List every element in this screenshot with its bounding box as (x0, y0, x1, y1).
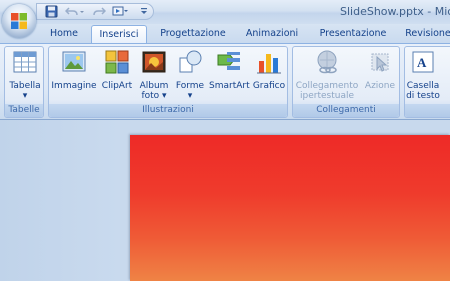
group-label-collegamenti: Collegamenti (293, 104, 399, 117)
hyperlink-icon (317, 50, 337, 74)
grafico-label: Grafico (252, 81, 286, 91)
group-collegamenti: Collegamento ipertestuale Azione Collega… (292, 46, 400, 118)
clipart-button[interactable]: ClipArt (99, 49, 135, 105)
smartart-icon (217, 52, 240, 70)
slides-pane[interactable] (0, 120, 120, 281)
tab-animazioni[interactable]: Animazioni (240, 25, 304, 43)
chevron-down-icon: ▾ (22, 91, 28, 101)
office-logo-icon (11, 13, 27, 29)
collegamento-label: Collegamento ipertestuale (295, 81, 359, 101)
immagine-button[interactable]: Immagine (51, 49, 97, 105)
group-testo: A Casella di testo (404, 46, 450, 118)
editing-area (0, 120, 450, 281)
redo-icon[interactable] (92, 5, 107, 18)
quick-access-toolbar (36, 3, 154, 20)
action-icon (371, 53, 389, 72)
immagine-label: Immagine (51, 81, 97, 91)
slide-canvas[interactable] (130, 135, 450, 281)
azione-label: Azione (364, 81, 396, 91)
tab-presentazione[interactable]: Presentazione (315, 25, 391, 43)
forme-label: Forme ▾ (173, 81, 207, 101)
start-slideshow-icon[interactable] (112, 5, 130, 18)
clipart-icon (105, 50, 129, 74)
album-foto-label: Album foto ▾ (139, 81, 169, 101)
ribbon-tab-bar: Home Inserisci Progettazione Animazioni … (0, 24, 450, 43)
group-tabelle: Tabella ▾ Tabelle (4, 46, 44, 118)
picture-icon (62, 51, 86, 72)
tab-revisione[interactable]: Revisione (400, 25, 450, 43)
window-title: SlideShow.pptx - Mic (340, 5, 450, 18)
casella-label: Casella di testo (406, 81, 440, 101)
grafico-button[interactable]: Grafico (251, 49, 287, 105)
group-illustrazioni: Immagine ClipArt Album foto ▾ Forme ▾ Sm… (48, 46, 288, 118)
tab-home[interactable]: Home (44, 25, 84, 43)
azione-button[interactable]: Azione (361, 49, 399, 105)
tabella-label: Tabella ▾ (7, 81, 43, 101)
photo-album-icon (142, 51, 166, 73)
title-bar: SlideShow.pptx - Mic (0, 0, 450, 24)
svg-text:A: A (417, 55, 427, 70)
group-label-tabelle: Tabelle (5, 104, 43, 117)
smartart-label: SmartArt (209, 81, 250, 91)
undo-icon[interactable] (64, 5, 79, 18)
tab-inserisci[interactable]: Inserisci (91, 25, 147, 43)
office-button[interactable] (2, 4, 36, 38)
table-icon (13, 51, 37, 73)
textbox-icon: A (412, 51, 434, 73)
chevron-down-icon: ▾ (187, 91, 193, 101)
group-label-testo (405, 104, 450, 117)
casella-di-testo-button[interactable]: A Casella di testo (405, 49, 441, 105)
group-label-illustrazioni: Illustrazioni (49, 104, 287, 117)
customize-toolbar-icon[interactable] (139, 5, 149, 18)
chart-icon (257, 54, 281, 74)
tabella-button[interactable]: Tabella ▾ (7, 49, 43, 105)
save-icon[interactable] (45, 5, 59, 18)
shapes-icon (179, 50, 202, 73)
tab-progettazione[interactable]: Progettazione (155, 25, 231, 43)
chevron-down-icon: ▾ (162, 91, 167, 101)
clipart-label: ClipArt (101, 81, 133, 91)
ribbon: Tabella ▾ Tabelle Immagine ClipArt Album… (0, 43, 450, 120)
album-foto-button[interactable]: Album foto ▾ (137, 49, 171, 105)
smartart-button[interactable]: SmartArt (209, 49, 250, 105)
collegamento-ipertestuale-button[interactable]: Collegamento ipertestuale (295, 49, 359, 105)
forme-button[interactable]: Forme ▾ (173, 49, 207, 105)
undo-dropdown-icon[interactable] (79, 5, 85, 18)
